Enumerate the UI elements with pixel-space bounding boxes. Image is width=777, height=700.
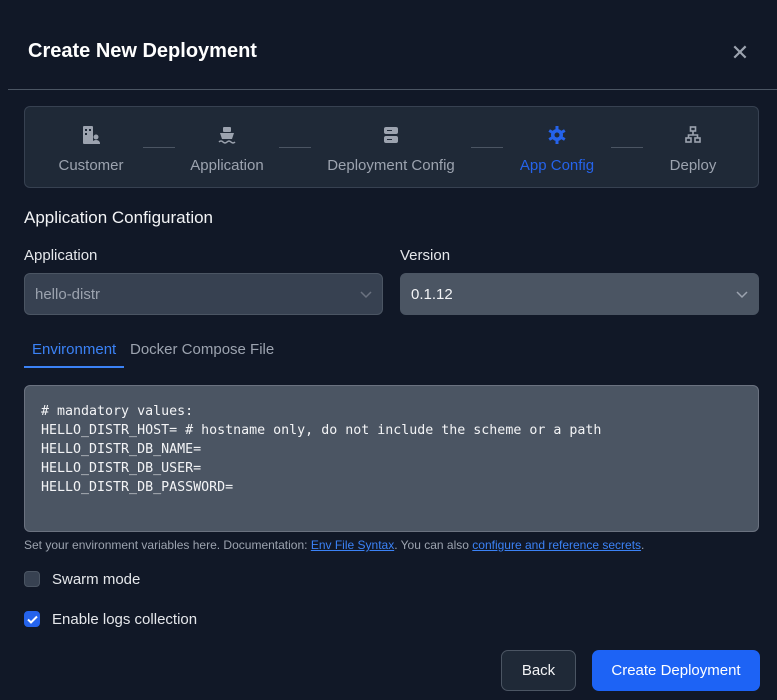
gear-icon — [509, 125, 605, 147]
ship-icon — [181, 125, 273, 147]
step-deployment-config[interactable]: Deployment Config — [321, 107, 461, 189]
step-label: App Config — [519, 157, 595, 174]
version-label: Version — [400, 247, 451, 264]
step-label: Application — [190, 157, 264, 174]
application-label: Application — [24, 247, 98, 264]
application-select[interactable]: hello-distr — [24, 273, 383, 315]
back-button[interactable]: Back — [501, 650, 576, 691]
chevron-down-icon — [736, 286, 748, 303]
create-deployment-button[interactable]: Create Deployment — [592, 650, 760, 691]
help-text: Set your environment variables here. Doc… — [24, 538, 645, 552]
env-file-syntax-link[interactable]: Env File Syntax — [311, 538, 394, 552]
chevron-down-icon — [360, 286, 372, 303]
stepper: Customer Application Deployment Config A… — [24, 106, 759, 188]
step-deploy[interactable]: Deploy — [655, 107, 731, 189]
check-icon — [26, 615, 38, 624]
step-application[interactable]: Application — [181, 107, 273, 189]
dialog-title: Create New Deployment — [28, 40, 257, 62]
tab-environment[interactable]: Environment — [24, 341, 125, 368]
step-label: Customer — [58, 157, 124, 174]
divider — [8, 89, 777, 90]
swarm-mode-checkbox[interactable] — [24, 571, 40, 587]
building-user-icon — [45, 125, 137, 147]
step-customer[interactable]: Customer — [45, 107, 137, 189]
swarm-mode-label: Swarm mode — [52, 571, 141, 588]
secrets-link[interactable]: configure and reference secrets — [472, 538, 641, 552]
environment-textarea[interactable]: # mandatory values: HELLO_DISTR_HOST= # … — [24, 385, 759, 532]
enable-logs-checkbox[interactable] — [24, 611, 40, 627]
step-label: Deployment Config — [327, 157, 455, 174]
select-value: hello-distr — [35, 285, 101, 303]
step-app-config[interactable]: App Config — [509, 107, 605, 189]
network-icon — [655, 125, 731, 147]
close-icon[interactable]: ✕ — [730, 40, 750, 66]
section-title: Application Configuration — [24, 208, 214, 227]
select-value: 0.1.12 — [411, 285, 453, 303]
enable-logs-label: Enable logs collection — [52, 611, 198, 628]
tab-docker-compose-file[interactable]: Docker Compose File — [122, 341, 282, 368]
server-icon — [321, 125, 461, 147]
step-label: Deploy — [669, 157, 717, 174]
version-select[interactable]: 0.1.12 — [400, 273, 759, 315]
